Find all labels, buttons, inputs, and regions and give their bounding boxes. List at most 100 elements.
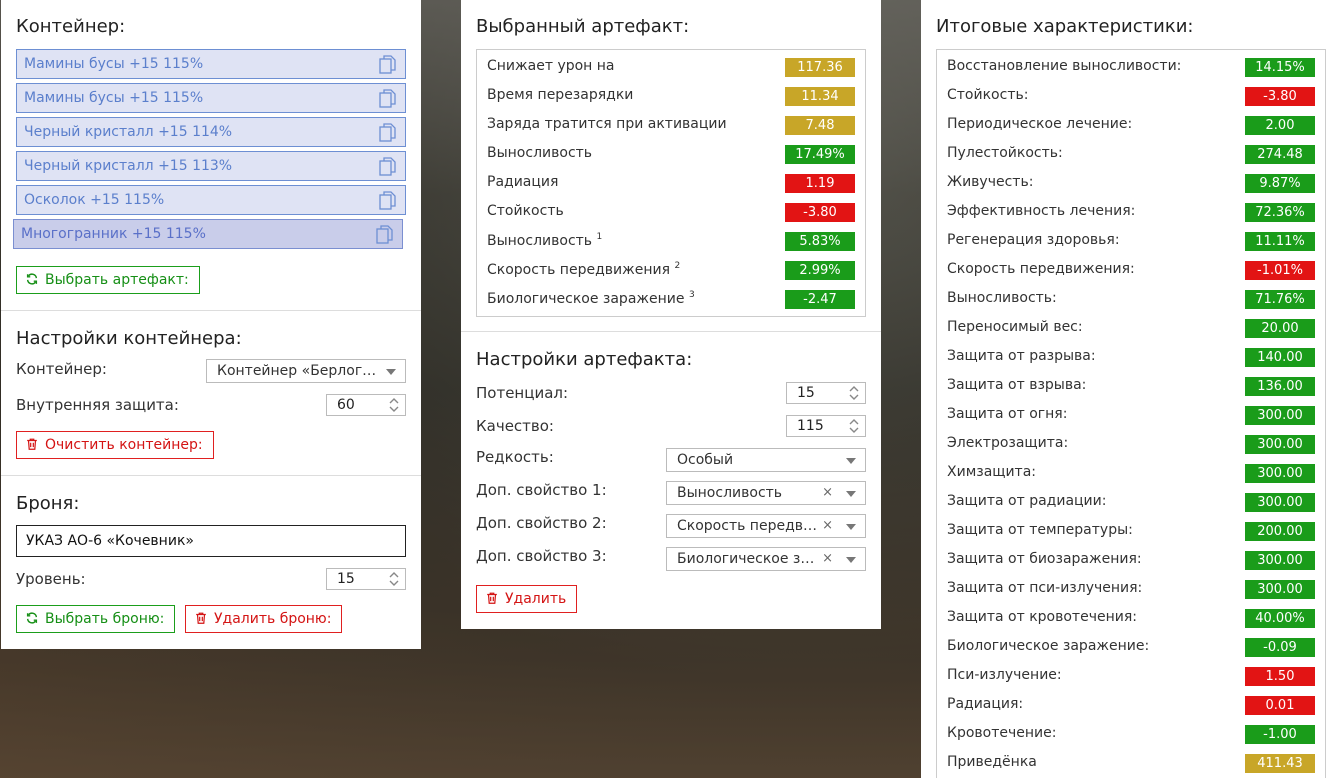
armor-input[interactable]: УКАЗ АО-6 «Кочевник»: [16, 525, 406, 557]
stat-label-text: Выносливость:: [947, 290, 1057, 306]
stat-label-text: Электрозащита:: [947, 435, 1069, 451]
stat-label-text: Выносливость: [487, 233, 593, 249]
stat-row: Защита от пси-излучения: 300.00: [937, 576, 1325, 605]
stat-label: Радиация: [487, 174, 558, 190]
stat-label: Биологическое заражение:: [947, 638, 1149, 654]
stat-footnote: 2: [674, 261, 681, 271]
stat-value-badge: -2.47: [785, 290, 855, 309]
stat-label-text: Радиация: [487, 174, 559, 190]
level-input[interactable]: 15: [326, 568, 406, 590]
delete-armor-button[interactable]: Удалить броню:: [185, 605, 343, 633]
container-item-label: Черный кристалл +15 114%: [24, 124, 233, 140]
container-item[interactable]: Черный кристалл +15 114%: [16, 117, 406, 147]
stat-label: Пси-излучение:: [947, 667, 1062, 683]
clear-container-button[interactable]: Очистить контейнер:: [16, 431, 214, 459]
container-label: Контейнер:: [16, 360, 107, 378]
stat-label: Радиация:: [947, 696, 1023, 712]
stat-value-badge: 17.49%: [785, 145, 855, 164]
copy-icon[interactable]: [379, 157, 397, 177]
stat-label-text: Заряда тратится при активации: [487, 116, 727, 132]
copy-icon[interactable]: [379, 191, 397, 211]
spinner-icon[interactable]: [847, 418, 861, 434]
container-item-label: Черный кристалл +15 113%: [24, 158, 233, 174]
stat-value-badge: 140.00: [1245, 348, 1315, 367]
prop3-value: Биологическое за…: [677, 551, 823, 567]
stat-label: Выносливость:: [947, 290, 1057, 306]
container-item[interactable]: Мамины бусы +15 115%: [16, 83, 406, 113]
select-armor-button[interactable]: Выбрать броню:: [16, 605, 176, 633]
trash-icon: [27, 438, 37, 450]
spinner-icon[interactable]: [387, 571, 401, 587]
stat-value-badge: 5.83%: [785, 232, 855, 251]
rarity-select[interactable]: Особый: [666, 448, 866, 472]
stat-row: Выносливость: 71.76%: [937, 286, 1325, 315]
stat-label: Защита от пси-излучения:: [947, 580, 1142, 596]
stat-label-text: Периодическое лечение:: [947, 116, 1133, 132]
spinner-icon[interactable]: [847, 385, 861, 401]
stat-row: Приведёнка 411.43: [937, 750, 1325, 778]
copy-icon[interactable]: [379, 123, 397, 143]
stat-label-text: Пси-излучение:: [947, 667, 1062, 683]
stat-label: Биологическое заражение 3: [487, 290, 695, 307]
stat-label-text: Кровотечение:: [947, 725, 1057, 741]
container-item[interactable]: Многогранник +15 115%: [13, 219, 403, 249]
clear-icon[interactable]: ×: [822, 515, 833, 537]
stat-row: Выносливость 1 5.83%: [477, 228, 865, 257]
artifact-stats-box: Снижает урон на 117.36 Время перезарядки 11…: [476, 49, 866, 317]
stat-value-badge: 20.00: [1245, 319, 1315, 338]
protection-value: 60: [337, 397, 355, 413]
prop3-select[interactable]: Биологическое за… ×: [666, 547, 866, 571]
stat-value-badge: 11.34: [785, 87, 855, 106]
potential-input[interactable]: 15: [786, 382, 866, 404]
protection-input[interactable]: 60: [326, 394, 406, 416]
stat-label: Пулестойкость:: [947, 145, 1063, 161]
stat-label-text: Защита от температуры:: [947, 522, 1133, 538]
stat-label-text: Защита от кровотечения:: [947, 609, 1137, 625]
stat-label-text: Химзащита:: [947, 464, 1037, 480]
container-item[interactable]: Черный кристалл +15 113%: [16, 151, 406, 181]
prop1-select[interactable]: Выносливость ×: [666, 481, 866, 505]
stat-label: Электрозащита:: [947, 435, 1068, 451]
stat-label: Регенерация здоровья:: [947, 232, 1120, 248]
container-item[interactable]: Мамины бусы +15 115%: [16, 49, 406, 79]
stat-row: Скорость передвижения: -1.01%: [937, 257, 1325, 286]
quality-value: 115: [797, 418, 824, 434]
stat-row: Химзащита: 300.00: [937, 460, 1325, 489]
select-artifact-button[interactable]: Выбрать артефакт:: [16, 266, 200, 294]
stat-label: Время перезарядки: [487, 87, 633, 103]
stat-value-badge: 14.15%: [1245, 58, 1315, 77]
stat-row: Биологическое заражение 3 -2.47: [477, 286, 865, 315]
quality-input[interactable]: 115: [786, 415, 866, 437]
stat-value-badge: 300.00: [1245, 435, 1315, 454]
stat-value-badge: 300.00: [1245, 580, 1315, 599]
chevron-down-icon: [846, 458, 856, 464]
container-panel: Контейнер: Мамины бусы +15 115% Мамины бу…: [1, 0, 421, 649]
delete-artifact-button[interactable]: Удалить: [476, 585, 578, 613]
spinner-icon[interactable]: [387, 397, 401, 413]
stat-label: Выносливость 1: [487, 232, 602, 249]
container-select-value: Контейнер «Берлога…: [217, 363, 385, 379]
copy-icon[interactable]: [379, 55, 397, 75]
stat-label-text: Защита от взрыва:: [947, 377, 1087, 393]
copy-icon[interactable]: [376, 225, 394, 245]
stat-row: Радиация: 0.01: [937, 692, 1325, 721]
stat-label-text: Защита от биозаражения:: [947, 551, 1142, 567]
totals-stats-box: Восстановление выносливости: 14.15% Стойко…: [936, 49, 1326, 778]
container-item-label: Мамины бусы +15 115%: [24, 56, 204, 72]
stat-label: Стойкость: [487, 203, 564, 219]
clear-icon[interactable]: ×: [822, 548, 833, 570]
stat-value-badge: 1.50: [1245, 667, 1315, 686]
refresh-icon: [26, 273, 38, 285]
prop2-select[interactable]: Скорость передви… ×: [666, 514, 866, 538]
stat-value-badge: 9.87%: [1245, 174, 1315, 193]
clear-icon[interactable]: ×: [822, 482, 833, 504]
stat-row: Живучесть: 9.87%: [937, 170, 1325, 199]
copy-icon[interactable]: [379, 89, 397, 109]
stat-label-text: Переносимый вес:: [947, 319, 1083, 335]
stat-row: Электрозащита: 300.00: [937, 431, 1325, 460]
container-item[interactable]: Осколок +15 115%: [16, 185, 406, 215]
rarity-value: Особый: [677, 452, 734, 468]
container-select[interactable]: Контейнер «Берлога…: [206, 359, 406, 383]
stat-label: Защита от разрыва:: [947, 348, 1096, 364]
stat-value-badge: -0.09: [1245, 638, 1315, 657]
